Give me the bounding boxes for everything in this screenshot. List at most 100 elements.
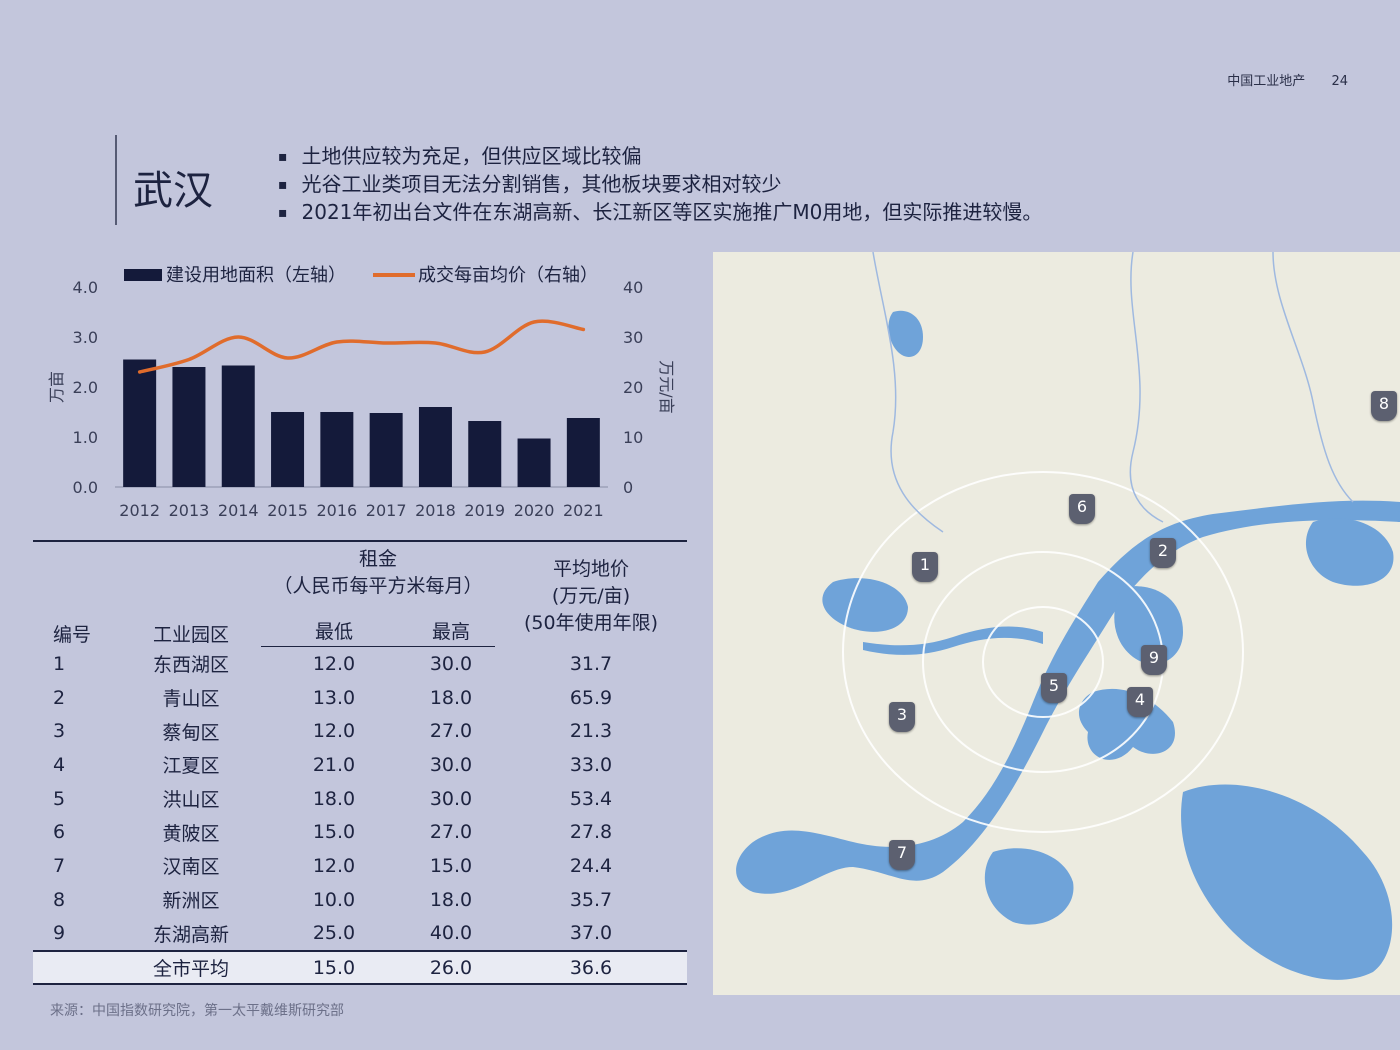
cell-high: 30.0 [429,787,473,810]
map-pin-4[interactable]: 4 [1127,687,1153,717]
header-price-unit: (万元/亩) [551,584,631,607]
cell-price: 37.0 [569,922,613,945]
x-tick-label: 2018 [415,501,456,520]
y-tick-label: 0.0 [73,478,98,497]
map-pin-6[interactable]: 6 [1069,494,1095,524]
x-tick-label: 2013 [169,501,210,520]
southwest-lakes [984,848,1074,925]
cell-park: 新洲区 [162,890,220,913]
header-low: 最低 [261,598,407,647]
x-tick-label: 2021 [563,501,604,520]
cell-id: 1 [53,652,66,675]
header-rent-sub: （人民币每平方米每月） [273,575,483,597]
table-row: 6 黄陂区 15.0 27.0 27.8 [33,815,687,849]
bar-2019 [468,421,502,487]
cell-price: 36.6 [495,950,687,986]
stream [1129,252,1164,523]
cell-park: 全市平均 [121,950,261,986]
cell-low: 15.0 [312,821,356,844]
liangzi-lake [1181,784,1393,980]
header-park: 工业园区 [121,540,261,647]
cell-low: 15.0 [261,950,407,986]
cell-low: 12.0 [312,652,356,675]
map-pin-5[interactable]: 5 [1041,673,1067,703]
bar-2015 [271,412,305,487]
cell-low: 12.0 [312,854,356,877]
map-pin-9[interactable]: 9 [1141,645,1167,675]
table-row: 1 东西湖区 12.0 30.0 31.7 [33,647,687,681]
x-tick-label: 2015 [267,501,308,520]
y-tick-label: 1.0 [73,428,98,447]
cell-high: 27.0 [429,720,473,743]
cell-price: 33.0 [569,753,613,776]
bullet-list: 土地供应较为充足，但供应区域比较偏 光谷工业类项目无法分割销售，其他板块要求相对… [278,143,1043,227]
source-note: 来源：中国指数研究院，第一太平戴维斯研究部 [50,1003,344,1019]
y2-tick-label: 10 [623,428,643,447]
west-lake [822,578,908,632]
han-river [863,626,1043,655]
header-id: 编号 [33,540,121,647]
cell-high: 15.0 [429,854,473,877]
cell-price: 24.4 [569,854,613,877]
cell-high: 18.0 [429,686,473,709]
cell-park: 东湖高新 [152,923,229,946]
cell-id: 7 [53,854,66,877]
cell-price: 31.7 [569,652,613,675]
x-tick-label: 2016 [316,501,357,520]
table-row: 7 汉南区 12.0 15.0 24.4 [33,849,687,883]
bar-2014 [221,365,255,487]
header-price: 平均地价 (万元/亩) (50年使用年限) [495,540,687,647]
x-tick-label: 2019 [464,501,505,520]
cell-low: 21.0 [312,753,356,776]
cell-price: 35.7 [569,888,613,911]
header-price-title: 平均地价 [552,557,629,580]
y-tick-label: 3.0 [73,328,98,347]
cell-park: 青山区 [162,688,220,711]
table-row: 9 东湖高新 25.0 40.0 37.0 [33,917,687,952]
bar-2021 [566,418,600,487]
cell-low: 12.0 [312,720,356,743]
cell-id: 2 [53,686,66,709]
y-tick-label: 4.0 [73,278,98,297]
cell-high: 27.0 [429,821,473,844]
bar-2018 [418,407,452,487]
table-row: 4 江夏区 21.0 30.0 33.0 [33,748,687,782]
wuhan-map: 1 2 3 4 5 6 7 8 9 [713,252,1400,995]
page-number: 24 [1331,74,1348,89]
bullet-item: 2021年初出台文件在东湖高新、长江新区等区实施推广M0用地，但实际推进较慢。 [278,199,1043,227]
cell-id: 9 [53,922,66,945]
industrial-park-table: 编号 工业园区 租金 （人民币每平方米每月） 平均地价 (万元/亩) (50年使… [33,540,687,986]
cell-price: 53.4 [569,787,613,810]
cell-high: 30.0 [429,652,473,675]
map-pin-3[interactable]: 3 [889,702,915,732]
header-high: 最高 [407,598,495,647]
northeast-lake [1305,518,1394,586]
land-chart: 0.0 1.0 2.0 3.0 4.0 0 10 20 30 40 2012 2013 2014 2015… [47,265,676,520]
cell-high: 40.0 [429,922,473,945]
cell-price: 21.3 [569,720,613,743]
header-price-sub: (50年使用年限) [523,611,658,634]
cell-park: 洪山区 [162,789,220,812]
map-pin-8[interactable]: 8 [1371,391,1397,421]
legend-swatch-bars [124,269,162,281]
bullet-item: 土地供应较为充足，但供应区域比较偏 [278,143,1042,171]
x-tick-label: 2014 [218,501,259,520]
y2-tick-label: 20 [623,378,643,397]
cell-price: 65.9 [569,686,613,709]
map-background [736,252,1400,980]
y2-tick-label: 30 [623,328,643,347]
map-pin-1[interactable]: 1 [912,552,938,582]
bullet-item: 光谷工业类项目无法分割销售，其他板块要求相对较少 [278,171,1042,199]
cell-id: 5 [53,787,66,810]
y-axis-title: 万亩 [47,371,66,403]
cell-park: 东西湖区 [152,654,229,677]
report-header: 中国工业地产 24 [1227,70,1348,89]
cell-id: 4 [53,753,66,776]
map-pin-2[interactable]: 2 [1150,538,1176,568]
report-title: 中国工业地产 [1227,74,1306,89]
cell-low: 25.0 [312,922,356,945]
cell-price: 27.8 [569,821,613,844]
y2-tick-label: 40 [623,278,643,297]
map-pin-7[interactable]: 7 [889,840,915,870]
legend-label-bars: 建设用地面积（左轴） [166,265,346,286]
